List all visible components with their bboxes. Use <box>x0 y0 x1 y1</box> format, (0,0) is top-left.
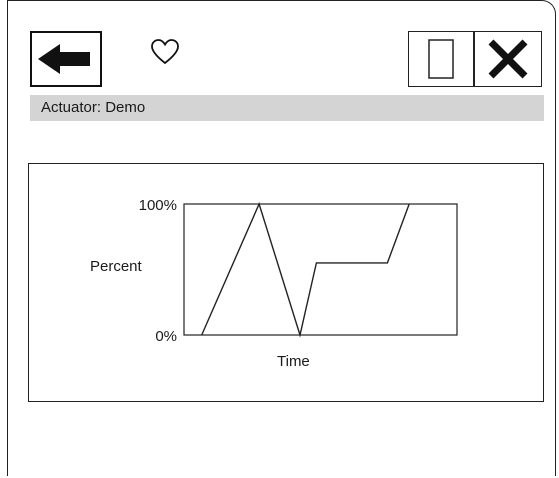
arrow-left-icon <box>38 44 90 74</box>
back-button[interactable] <box>30 31 102 87</box>
y-tick-label-top: 100% <box>139 197 177 214</box>
actuator-title: Actuator: Demo <box>41 99 146 116</box>
window-outline-icon <box>428 39 454 79</box>
series-line-0 <box>201 202 410 338</box>
window-button[interactable] <box>408 31 474 87</box>
heart-outline-icon[interactable] <box>150 38 180 66</box>
percent-time-chart: 100% 0% Percent Time <box>90 197 458 370</box>
y-tick-label-bottom: 0% <box>155 328 177 345</box>
plot-area <box>183 203 458 336</box>
close-button[interactable] <box>474 31 542 87</box>
chart-panel: 100% 0% Percent Time <box>28 163 544 402</box>
y-axis-label: Percent <box>90 258 143 275</box>
device-frame: Actuator: Demo 100% 0% Percent Time <box>7 0 556 476</box>
x-axis-label: Time <box>277 353 310 370</box>
actuator-title-bar: Actuator: Demo <box>30 95 544 121</box>
close-x-icon <box>488 39 528 79</box>
series-layer <box>201 202 410 338</box>
